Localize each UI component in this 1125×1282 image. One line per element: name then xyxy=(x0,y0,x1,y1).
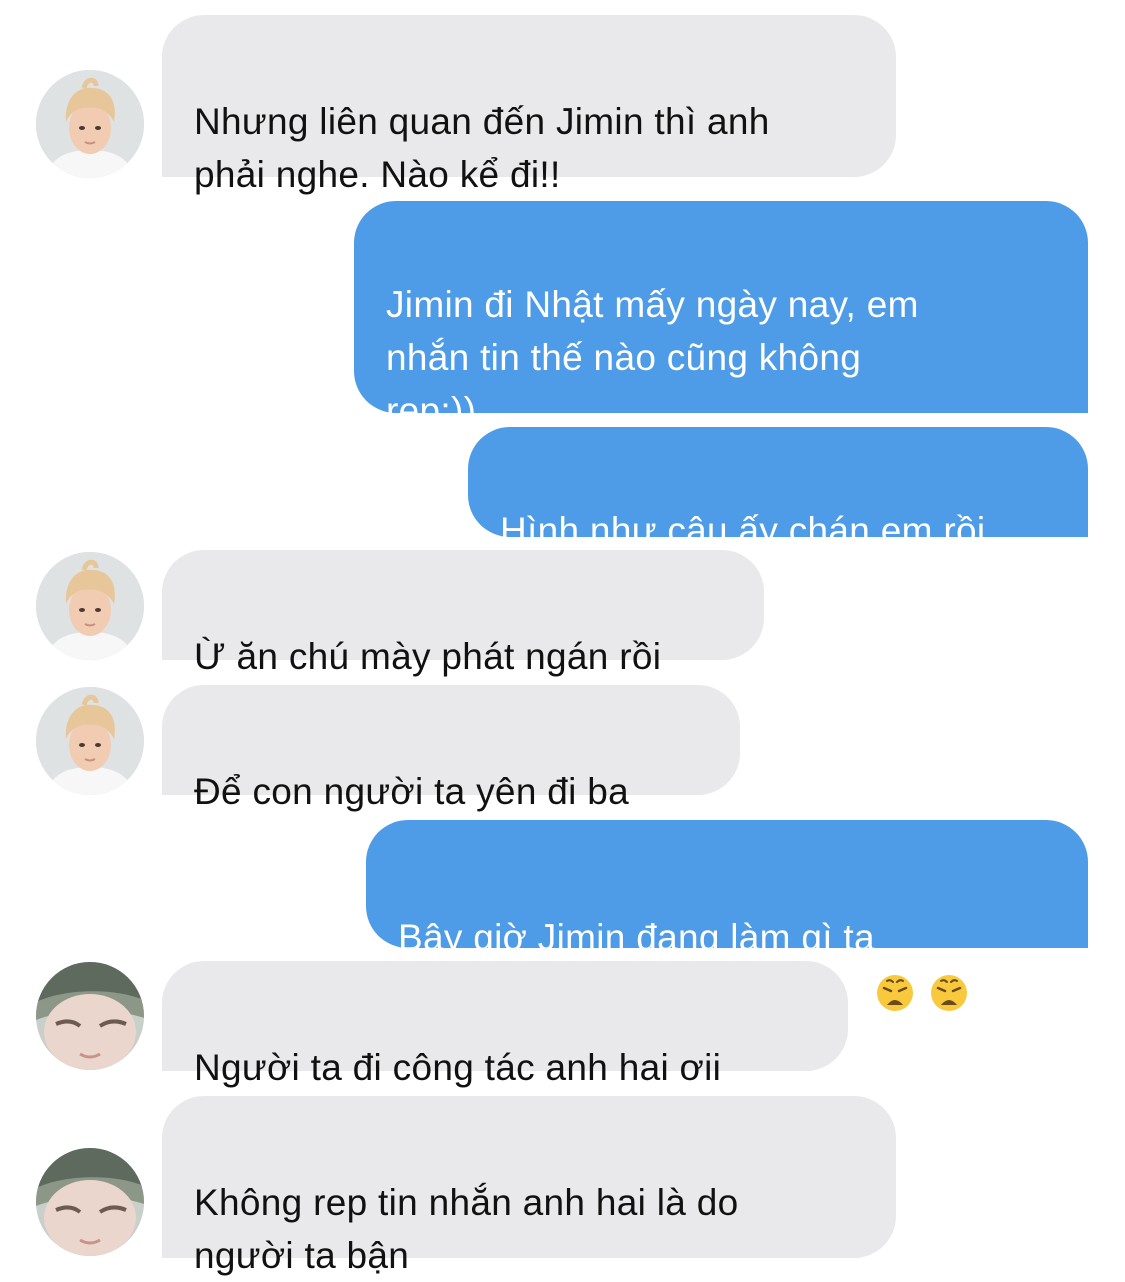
message-bubble[interactable]: Jimin đi Nhật mấy ngày nay, em nhắn tin … xyxy=(354,201,1088,431)
message-text: Jimin đi Nhật mấy ngày nay, em nhắn tin … xyxy=(386,284,919,431)
blurry-person-avatar-image xyxy=(36,962,144,1070)
message-text: Ừ ăn chú mày phát ngán rồi xyxy=(194,636,662,677)
message-text: Bây giờ Jimin đang làm gì ta xyxy=(398,917,875,958)
message-text: Hình như cậu ấy chán em rồi xyxy=(500,510,986,551)
message-text: Nhưng liên quan đến Jimin thì anh phải n… xyxy=(194,101,770,195)
contact-avatar[interactable] xyxy=(36,962,144,1070)
contact-avatar[interactable] xyxy=(36,1148,144,1256)
message-text: Người ta đi công tác anh hai ơii xyxy=(194,1047,722,1088)
message-bubble[interactable]: Để con người ta yên đi ba xyxy=(162,685,740,812)
contact-avatar[interactable] xyxy=(36,687,144,795)
blonde-person-avatar-image xyxy=(36,70,144,178)
contact-avatar[interactable] xyxy=(36,70,144,178)
message-bubble[interactable]: Không rep tin nhắn anh hai là do người t… xyxy=(162,1096,896,1276)
blurry-person-avatar-image xyxy=(36,1148,144,1256)
blonde-person-avatar-image xyxy=(36,687,144,795)
message-bubble[interactable]: Bây giờ Jimin đang làm gì ta xyxy=(366,820,1088,1012)
contact-avatar[interactable] xyxy=(36,552,144,660)
message-bubble[interactable]: Nhưng liên quan đến Jimin thì anh phải n… xyxy=(162,15,896,195)
blonde-person-avatar-image xyxy=(36,552,144,660)
weary-face-icon xyxy=(875,920,915,1012)
message-bubble[interactable]: Hình như cậu ấy chán em rồi xyxy=(468,427,1088,551)
message-bubble[interactable]: Ừ ăn chú mày phát ngán rồi xyxy=(162,550,764,677)
weary-face-icon xyxy=(929,920,969,1012)
message-bubble[interactable]: Người ta đi công tác anh hai ơii xyxy=(162,961,848,1088)
message-text: Không rep tin nhắn anh hai là do người t… xyxy=(194,1182,739,1276)
message-text: Để con người ta yên đi ba xyxy=(194,771,630,812)
